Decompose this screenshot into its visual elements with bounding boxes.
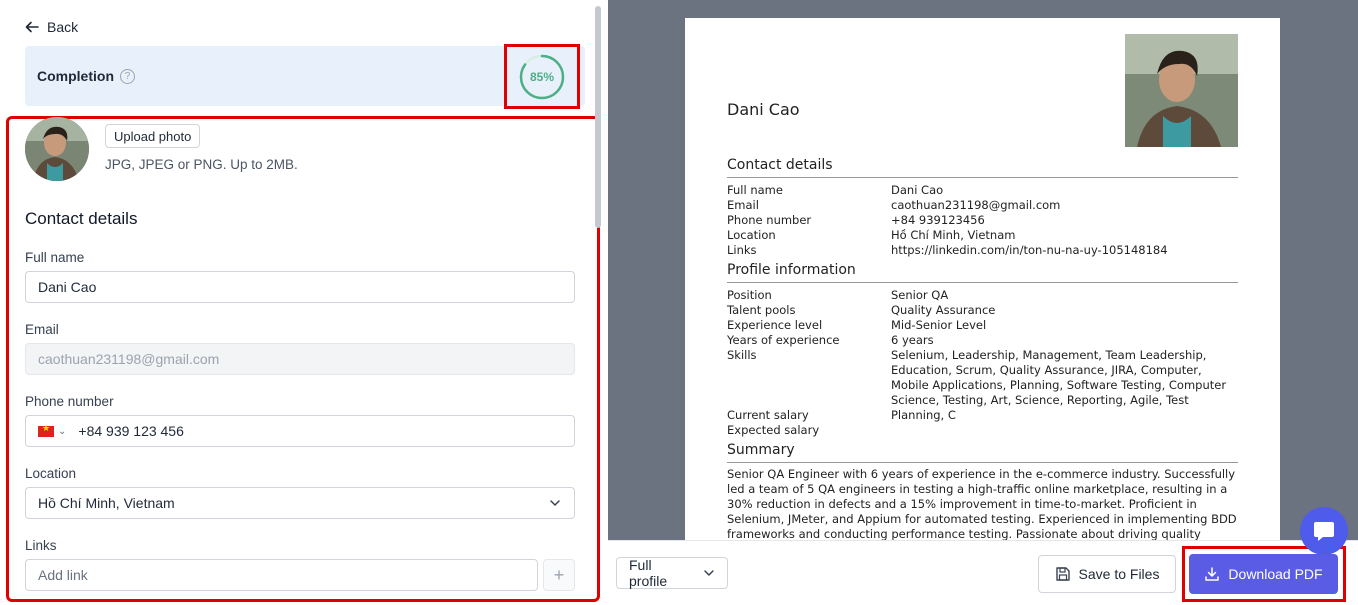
- add-link-button[interactable]: +: [543, 559, 575, 591]
- section-title: Contact details: [25, 209, 138, 228]
- completion-label: Completion: [37, 68, 114, 84]
- completion-ring: 85%: [518, 53, 566, 101]
- profile-key: Experience level: [727, 318, 823, 332]
- save-icon: [1055, 567, 1070, 581]
- upload-photo-button[interactable]: Upload photo: [105, 124, 201, 148]
- preview-toolbar: Full profile Save to Files Download PDF: [608, 540, 1358, 605]
- profile-key: Position: [727, 288, 772, 302]
- avatar: [25, 117, 89, 181]
- phone-label: Phone number: [25, 394, 114, 409]
- completion-value: 85%: [529, 69, 555, 84]
- contact-value: +84 939123456: [891, 213, 985, 227]
- full-name-label: Full name: [25, 250, 85, 265]
- download-pdf-label: Download PDF: [1228, 566, 1323, 582]
- save-to-files-label: Save to Files: [1078, 566, 1160, 582]
- profile-value: Selenium, Leadership, Management, Team L…: [891, 348, 1227, 422]
- profile-key: Skills: [727, 348, 757, 362]
- editor-panel: Back Completion ? 85% Upload photo JPG, …: [0, 0, 606, 605]
- cv-summary: Senior QA Engineer with 6 years of exper…: [727, 467, 1237, 540]
- full-name-input[interactable]: Dani Cao: [25, 271, 575, 303]
- contact-key: Phone number: [727, 213, 812, 227]
- scrollbar[interactable]: [595, 6, 601, 228]
- contact-key: Location: [727, 228, 776, 242]
- cv-contact-heading: Contact details: [727, 157, 1238, 178]
- back-label: Back: [47, 19, 79, 35]
- full-name-value: Dani Cao: [38, 279, 97, 295]
- cv-profile-heading: Profile information: [727, 262, 1238, 283]
- cv-name: Dani Cao: [727, 100, 800, 119]
- cv-page: Dani Cao Contact details Full name Dani C…: [685, 18, 1280, 540]
- cv-summary-heading: Summary: [727, 442, 1238, 463]
- contact-value: Dani Cao: [891, 183, 944, 197]
- profile-key: Talent pools: [727, 303, 796, 317]
- upload-hint: JPG, JPEG or PNG. Up to 2MB.: [105, 157, 298, 172]
- chevron-down-icon[interactable]: ⌄: [58, 426, 66, 437]
- completion-highlight: 85%: [504, 44, 580, 109]
- cv-photo: [1125, 34, 1238, 147]
- download-pdf-button[interactable]: Download PDF: [1189, 554, 1338, 594]
- download-icon: [1205, 567, 1220, 581]
- profile-key: Years of experience: [727, 333, 840, 347]
- plus-icon: +: [553, 564, 565, 585]
- help-icon[interactable]: ?: [120, 68, 135, 84]
- location-value: Hồ Chí Minh, Vietnam: [38, 495, 175, 511]
- chat-icon: [1314, 522, 1334, 541]
- links-input[interactable]: Add link: [25, 559, 538, 591]
- profile-value: 6 years: [891, 333, 934, 347]
- contact-value: Hồ Chí Minh, Vietnam: [891, 228, 1016, 242]
- links-placeholder: Add link: [38, 567, 88, 583]
- email-value: caothuan231198@gmail.com: [38, 351, 220, 367]
- chat-button[interactable]: [1300, 507, 1348, 555]
- contact-key: Links: [727, 243, 757, 257]
- phone-input[interactable]: ⌄ +84 939 123 456: [25, 415, 575, 447]
- contact-value: caothuan231198@gmail.com: [891, 198, 1061, 212]
- cv-preview: Dani Cao Contact details Full name Dani C…: [608, 0, 1358, 540]
- profile-value: Quality Assurance: [891, 303, 996, 317]
- profile-key: Expected salary: [727, 423, 820, 437]
- contact-key: Email: [727, 198, 759, 212]
- chevron-down-icon: [550, 500, 560, 507]
- view-select[interactable]: Full profile: [616, 557, 728, 589]
- profile-value: Mid-Senior Level: [891, 318, 987, 332]
- contact-value: https://linkedin.com/in/ton-nu-na-uy-105…: [891, 243, 1168, 257]
- profile-key: Current salary: [727, 408, 809, 422]
- vietnam-flag-icon[interactable]: [38, 423, 54, 437]
- arrow-left-icon: [25, 21, 39, 33]
- chevron-down-icon: [704, 570, 714, 577]
- location-label: Location: [25, 466, 77, 481]
- email-label: Email: [25, 322, 59, 337]
- phone-value: +84 939 123 456: [78, 423, 184, 439]
- save-to-files-button[interactable]: Save to Files: [1038, 555, 1176, 593]
- back-button[interactable]: Back: [25, 19, 78, 35]
- contact-key: Full name: [727, 183, 783, 197]
- profile-value: Senior QA: [891, 288, 949, 302]
- email-input[interactable]: caothuan231198@gmail.com: [25, 343, 575, 375]
- completion-card: Completion ?: [25, 46, 585, 106]
- view-select-value: Full profile: [629, 557, 668, 589]
- location-select[interactable]: Hồ Chí Minh, Vietnam: [25, 487, 575, 519]
- links-label: Links: [25, 538, 57, 553]
